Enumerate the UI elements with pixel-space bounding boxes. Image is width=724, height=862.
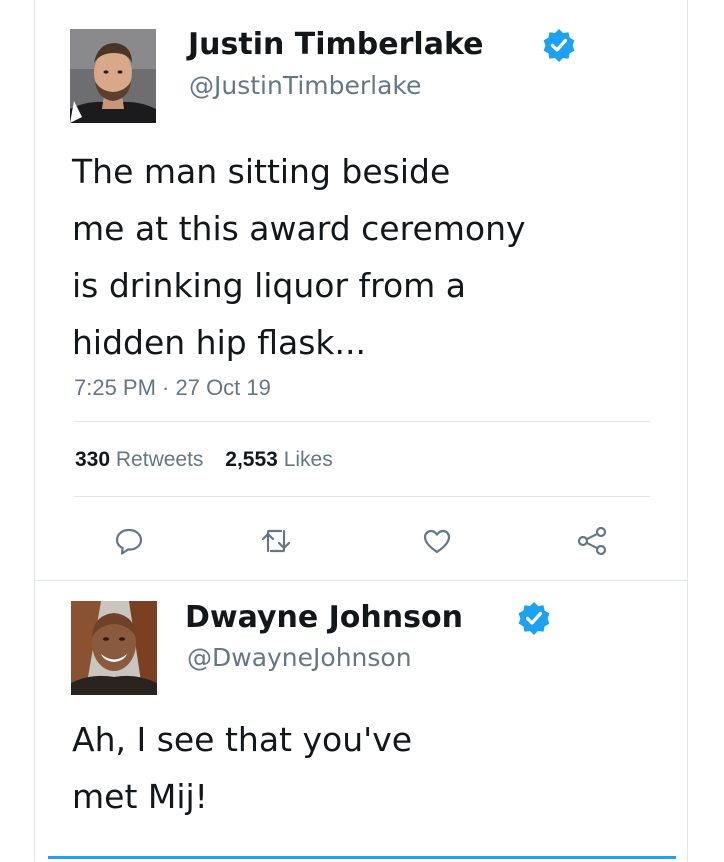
verified-badge-icon <box>543 29 575 62</box>
likes-label: Likes <box>283 448 333 471</box>
avatar-justin-timberlake[interactable] <box>70 29 156 123</box>
retweets-count: 330 <box>75 448 111 471</box>
like-icon <box>423 529 451 554</box>
divider <box>74 496 650 497</box>
retweet-button[interactable] <box>257 522 295 560</box>
share-icon <box>577 526 607 556</box>
tweet-text-line: me at this award ceremony <box>72 209 526 248</box>
reply-text: Ah, I see that you've met Mij! <box>72 711 412 825</box>
left-border <box>34 0 35 862</box>
share-button[interactable] <box>573 522 611 560</box>
tweet-thread: Justin Timberlake @JustinTimberlake The … <box>0 0 724 862</box>
reply-text-line: met Mij! <box>72 777 208 816</box>
tweet-text-line: hidden hip flask... <box>72 323 366 362</box>
bottom-accent-bar <box>48 856 676 859</box>
author-name[interactable]: Justin Timberlake <box>188 30 483 60</box>
divider <box>74 421 650 422</box>
likes-count: 2,553 <box>225 448 278 471</box>
tweet-text-line: is drinking liquor from a <box>72 266 467 305</box>
tweet-text-line: The man sitting beside <box>72 152 451 191</box>
likes-stat[interactable]: 2,553 Likes <box>225 448 332 471</box>
verified-badge-icon <box>518 602 550 635</box>
retweets-stat[interactable]: 330 Retweets <box>75 448 203 471</box>
tweet-timestamp[interactable]: 7:25 PM · 27 Oct 19 <box>74 375 271 401</box>
reply-icon <box>115 528 143 555</box>
author-handle[interactable]: @DwayneJohnson <box>187 645 412 670</box>
reply-text-line: Ah, I see that you've <box>72 720 413 759</box>
tweet-stats: 330 Retweets 2,553 Likes <box>75 448 349 472</box>
reply-button[interactable] <box>110 522 148 560</box>
author-handle[interactable]: @JustinTimberlake <box>189 73 421 98</box>
retweets-label: Retweets <box>115 448 204 471</box>
avatar-dwayne-johnson[interactable] <box>71 601 157 695</box>
thread-divider <box>35 580 687 581</box>
like-button[interactable] <box>418 522 456 560</box>
right-border <box>687 0 688 862</box>
author-name[interactable]: Dwayne Johnson <box>185 603 463 633</box>
tweet-text: The man sitting beside me at this award … <box>72 143 526 371</box>
retweet-icon <box>261 529 291 553</box>
